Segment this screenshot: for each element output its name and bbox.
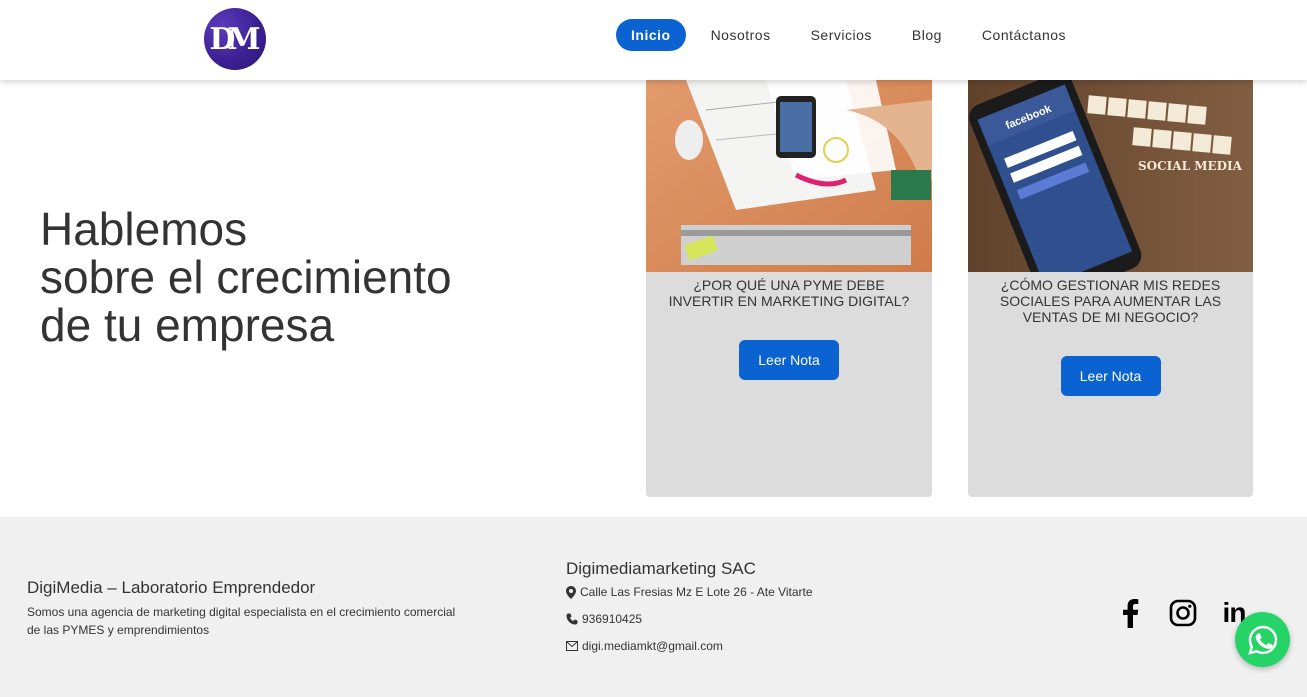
phone-icon bbox=[566, 613, 578, 625]
hero-line-1: Hablemos bbox=[40, 203, 248, 255]
site-footer: DigiMedia – Laboratorio Emprendedor Somo… bbox=[0, 517, 1307, 697]
map-marker-icon bbox=[566, 585, 576, 599]
read-note-button[interactable]: Leer Nota bbox=[739, 340, 839, 380]
blog-card-pyme-marketing: ¿POR QUÉ UNA PYME DEBE INVERTIR EN MARKE… bbox=[646, 80, 932, 497]
whatsapp-icon bbox=[1247, 625, 1277, 655]
instagram-icon[interactable] bbox=[1167, 597, 1199, 629]
footer-description: Somos una agencia de marketing digital e… bbox=[27, 605, 456, 637]
contact-phone: 936910425 bbox=[566, 612, 642, 626]
footer-company-name: Digimediamarketing SAC bbox=[566, 559, 756, 578]
envelope-icon bbox=[566, 641, 578, 651]
blog-card-redes-sociales: facebook SOCIAL MEDIA ¿CÓMO GESTIONAR MI… bbox=[968, 80, 1253, 497]
logo-letters: DM bbox=[209, 21, 260, 57]
address-text: Calle Las Fresias Mz E Lote 26 - Ate Vit… bbox=[580, 585, 813, 599]
brand-logo[interactable]: DM bbox=[204, 8, 266, 70]
social-media-phone-image[interactable]: facebook SOCIAL MEDIA bbox=[968, 80, 1253, 272]
read-note-button[interactable]: Leer Nota bbox=[1060, 356, 1161, 396]
card-title: ¿POR QUÉ UNA PYME DEBE INVERTIR EN MARKE… bbox=[668, 277, 910, 309]
hero-line-2: sobre el crecimiento bbox=[40, 251, 452, 303]
tiles-text: SOCIAL MEDIA bbox=[1138, 159, 1243, 173]
contact-email: digi.mediamkt@gmail.com bbox=[566, 639, 723, 653]
phone-text: 936910425 bbox=[582, 612, 643, 626]
nav-item-nosotros[interactable]: Nosotros bbox=[696, 19, 786, 51]
nav-item-inicio[interactable]: Inicio bbox=[616, 19, 686, 51]
hero-line-3: de tu empresa bbox=[40, 299, 335, 351]
email-text[interactable]: digi.mediamkt@gmail.com bbox=[582, 639, 723, 653]
page: DM Inicio Nosotros Servicios Blog Contác… bbox=[0, 0, 1307, 697]
footer-brand: DigiMedia – Laboratorio Emprendedor bbox=[27, 578, 316, 597]
contact-address: Calle Las Fresias Mz E Lote 26 - Ate Vit… bbox=[566, 585, 813, 599]
site-header: DM Inicio Nosotros Servicios Blog Contác… bbox=[0, 0, 1307, 80]
nav-item-servicios[interactable]: Servicios bbox=[796, 19, 887, 51]
main-nav: Inicio Nosotros Servicios Blog Contáctan… bbox=[616, 19, 1091, 51]
nav-item-blog[interactable]: Blog bbox=[897, 19, 957, 51]
social-media-phone-illustration: facebook SOCIAL MEDIA bbox=[968, 80, 1253, 272]
facebook-icon[interactable] bbox=[1114, 597, 1146, 629]
desk-workspace-image[interactable] bbox=[646, 80, 932, 272]
desk-workspace-illustration bbox=[646, 80, 932, 272]
nav-item-contactanos[interactable]: Contáctanos bbox=[967, 19, 1081, 51]
whatsapp-chat-button[interactable] bbox=[1235, 612, 1290, 667]
card-title: ¿CÓMO GESTIONAR MIS REDES SOCIALES PARA … bbox=[999, 277, 1222, 325]
hero-title: Hablemos sobre el crecimiento de tu empr… bbox=[40, 205, 452, 349]
